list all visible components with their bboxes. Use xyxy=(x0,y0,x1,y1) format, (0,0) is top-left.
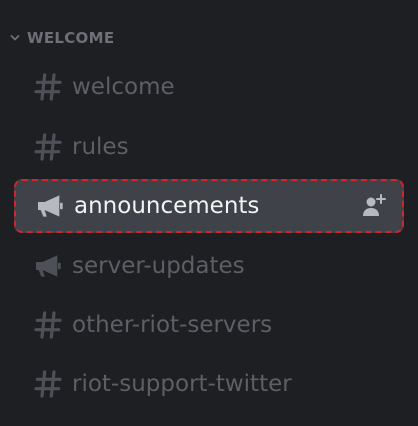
channel-welcome[interactable]: welcome xyxy=(14,60,404,114)
channel-name: riot-support-twitter xyxy=(72,371,292,397)
category-welcome[interactable]: WELCOME xyxy=(8,26,114,50)
channel-name: server-updates xyxy=(72,253,245,279)
hash-icon xyxy=(28,305,68,345)
channel-name: announcements xyxy=(74,193,260,219)
channel-other-riot-servers[interactable]: other-riot-servers xyxy=(14,298,404,352)
channel-name: welcome xyxy=(72,74,175,100)
chevron-down-icon xyxy=(8,31,22,45)
channel-name: rules xyxy=(72,134,129,160)
megaphone-icon xyxy=(30,186,70,226)
hash-icon xyxy=(28,67,68,107)
channel-server-updates[interactable]: server-updates xyxy=(14,239,404,293)
hash-icon xyxy=(28,364,68,404)
channel-announcements[interactable]: announcements xyxy=(14,179,404,233)
channel-rules[interactable]: rules xyxy=(14,120,404,174)
category-label: WELCOME xyxy=(27,29,115,47)
megaphone-icon xyxy=(28,246,68,286)
hash-icon xyxy=(28,127,68,167)
invite-member-icon[interactable] xyxy=(360,192,388,220)
channel-riot-support-twitter[interactable]: riot-support-twitter xyxy=(14,357,404,411)
channel-name: other-riot-servers xyxy=(72,312,273,338)
